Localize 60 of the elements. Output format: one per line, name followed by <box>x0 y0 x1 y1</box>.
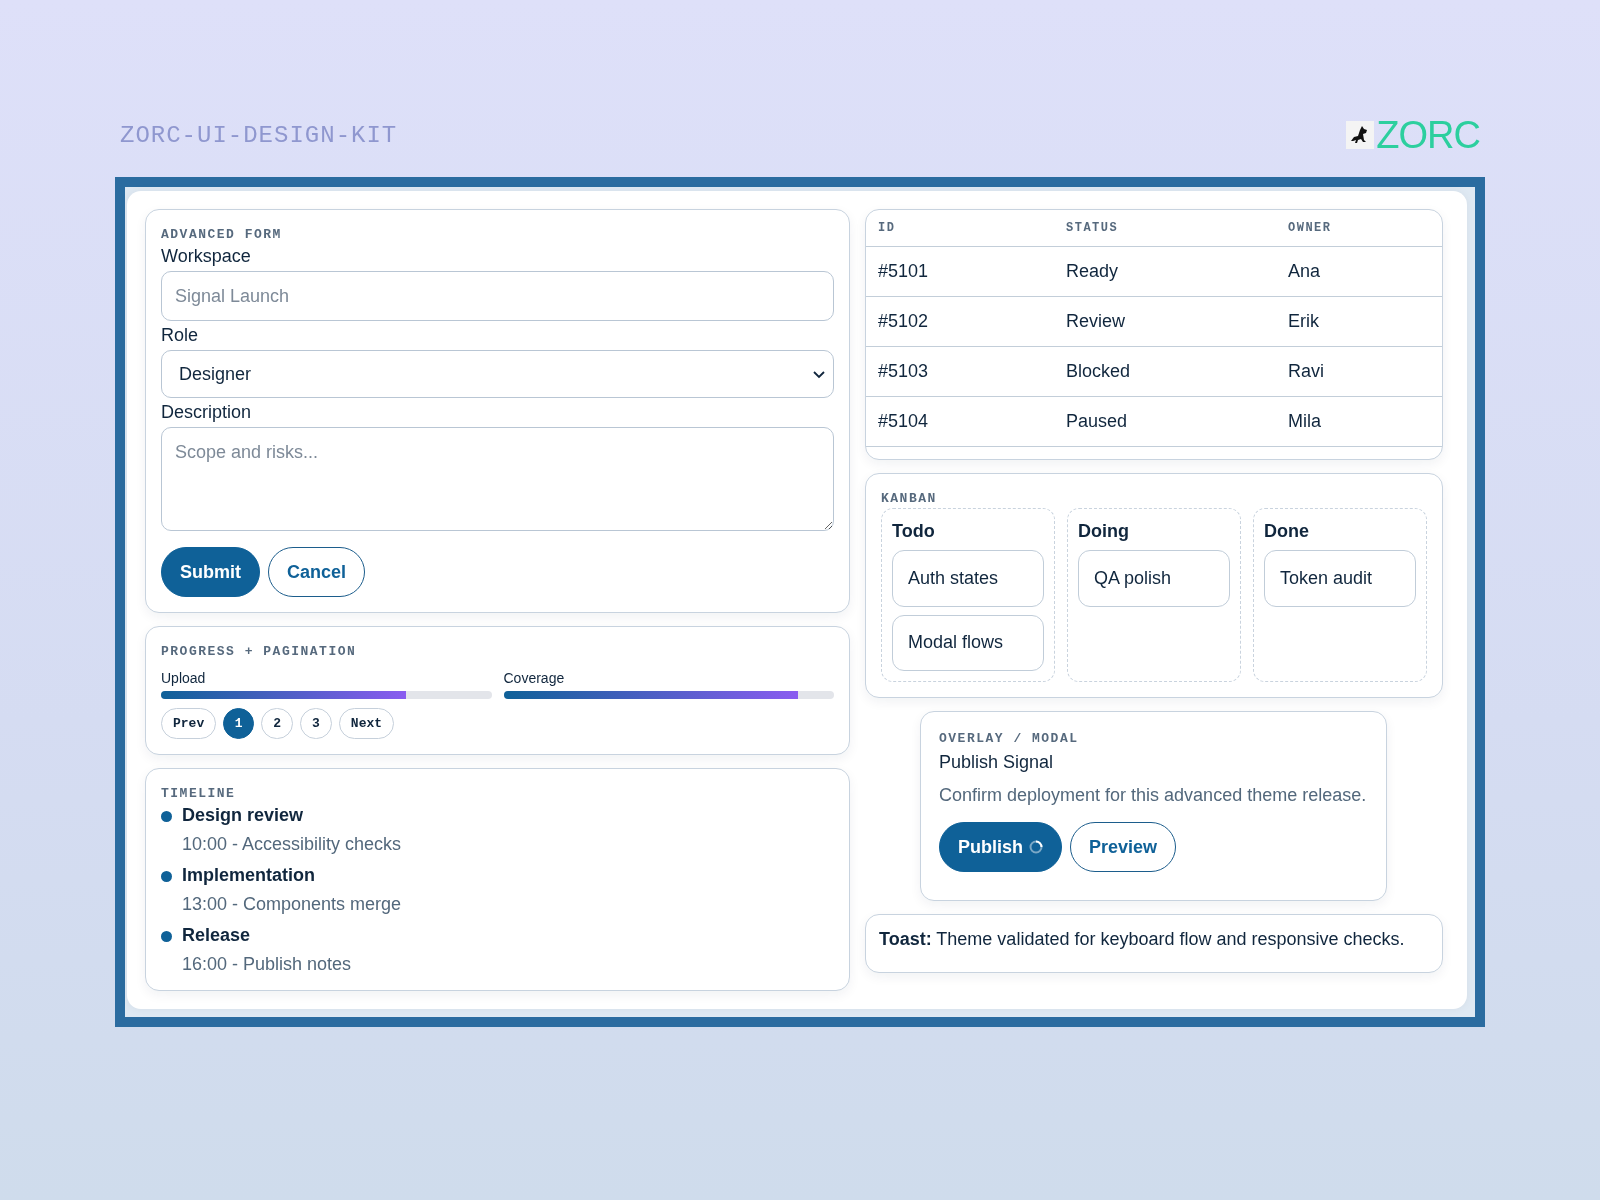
column-title: Doing <box>1078 521 1130 542</box>
table-cell-text: Erik <box>1288 311 1320 332</box>
event-detail: 16:00 - Publish notes <box>182 954 353 975</box>
event-title: Release <box>182 925 252 946</box>
field-label: Role <box>161 325 199 346</box>
event-title: Implementation <box>182 865 316 886</box>
table-cell-text: Mila <box>1288 411 1322 432</box>
column-header: OWNER <box>1288 221 1333 235</box>
event-detail: 10:00 - Accessibility checks <box>182 834 403 855</box>
section-heading: KANBAN <box>881 491 937 506</box>
timeline-dot <box>161 871 172 882</box>
task-card[interactable]: Token audit <box>1264 550 1416 607</box>
page-button[interactable]: 3 <box>300 708 332 739</box>
column-header: ID <box>878 221 897 235</box>
table-cell-text: Ana <box>1288 261 1322 282</box>
modal-title: Publish Signal <box>939 752 1055 773</box>
section-heading: ADVANCED FORM <box>161 227 282 242</box>
spinner-icon <box>1029 840 1043 854</box>
text-input[interactable]: Signal Launch <box>161 271 834 321</box>
page-button[interactable]: 1 <box>223 708 255 739</box>
logo-text: ZORC <box>1376 116 1480 154</box>
section-heading: OVERLAY / MODAL <box>939 731 1079 746</box>
field-label: Description <box>161 402 252 423</box>
page-button[interactable]: Next <box>338 708 395 739</box>
table-cell-text: #5102 <box>878 311 930 332</box>
dog-icon <box>1346 121 1375 149</box>
task-card[interactable]: Modal flows <box>892 614 1044 671</box>
toast-message: Toast: Theme validated for keyboard flow and responsive checks. <box>865 914 1443 973</box>
task-card[interactable]: Auth states <box>892 550 1044 607</box>
table-cell-text: #5103 <box>878 361 930 382</box>
timeline-dot <box>161 811 172 822</box>
role-select[interactable]: Designer <box>161 350 834 398</box>
submit-button[interactable]: Submit <box>161 547 260 597</box>
progress-label: Upload <box>161 670 206 686</box>
table-cell-text: #5104 <box>878 411 930 432</box>
description-textarea[interactable]: Scope and risks... <box>161 427 834 531</box>
event-title: Design review <box>182 805 305 826</box>
table-cell-text: Blocked <box>1066 361 1132 382</box>
progress-label: Coverage <box>503 670 565 686</box>
field-label: Workspace <box>161 246 251 267</box>
modal-message: Confirm deployment for this advanced theme release. <box>939 785 1368 806</box>
table-cell-text: #5101 <box>878 261 930 282</box>
timeline-dot <box>161 931 172 942</box>
preview-button[interactable]: Preview <box>1070 822 1177 872</box>
table-cell-text: Review <box>1066 311 1127 332</box>
column-title: Todo <box>892 521 936 542</box>
cancel-button[interactable]: Cancel <box>268 547 366 597</box>
event-detail: 13:00 - Components merge <box>182 894 403 915</box>
table-cell-text: Ready <box>1066 261 1120 282</box>
column-title: Done <box>1264 521 1310 542</box>
table-cell-text: Paused <box>1066 411 1129 432</box>
section-heading: PROGRESS + PAGINATION <box>161 644 357 659</box>
section-heading: TIMELINE <box>161 786 236 801</box>
page-button[interactable]: Prev <box>161 708 217 739</box>
task-card[interactable]: QA polish <box>1078 550 1230 607</box>
kit-title: ZORC-UI-DESIGN-KIT <box>120 121 398 149</box>
column-header: STATUS <box>1066 221 1120 235</box>
page-button[interactable]: 2 <box>261 708 294 739</box>
publish-button[interactable]: Publish <box>939 822 1062 872</box>
table-cell-text: Ravi <box>1288 361 1325 382</box>
